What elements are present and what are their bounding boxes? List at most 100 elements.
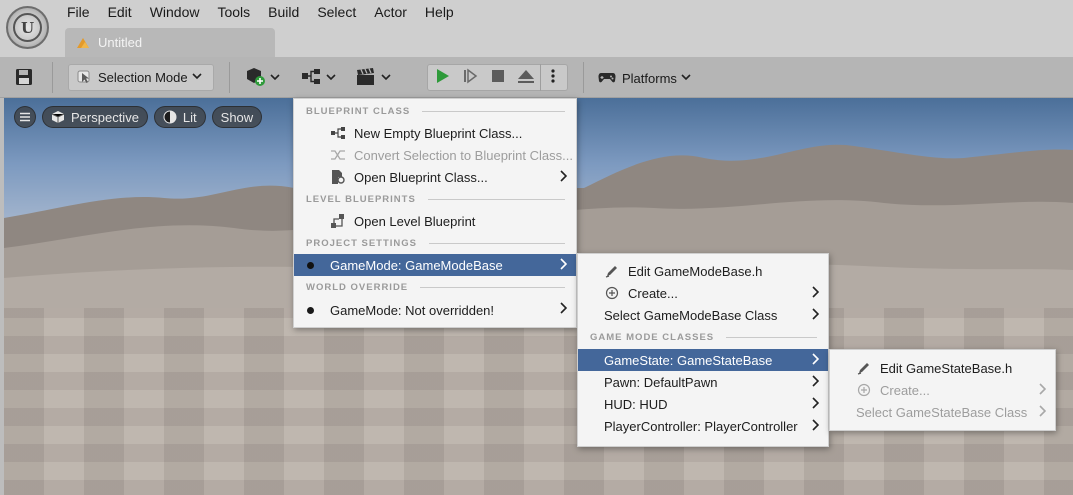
eject-icon <box>517 68 535 87</box>
selection-mode-dropdown[interactable]: Selection Mode <box>68 64 214 91</box>
blueprint-class-icon <box>330 125 346 141</box>
add-circle-icon <box>856 382 872 398</box>
chevron-right-icon <box>1038 383 1047 398</box>
bullet-icon <box>307 302 314 318</box>
menu-build[interactable]: Build <box>259 0 308 24</box>
toolbar-divider <box>229 62 230 93</box>
platforms-label: Platforms <box>622 70 677 86</box>
lit-button[interactable]: Lit <box>153 106 206 128</box>
chevron-right-icon <box>811 419 820 434</box>
gamepad-icon <box>598 69 616 88</box>
lit-sphere-icon <box>163 110 177 124</box>
menu-file[interactable]: File <box>58 0 99 24</box>
eject-button[interactable] <box>512 65 540 90</box>
blueprint-menu: BLUEPRINT CLASS New Empty Blueprint Clas… <box>293 98 577 328</box>
save-icon <box>14 67 34 90</box>
section-level-blueprints: LEVEL BLUEPRINTS <box>294 188 576 210</box>
gamestate-item[interactable]: GameState: GameStateBase <box>578 349 828 371</box>
select-gamemodebase-class-item[interactable]: Select GameModeBase Class <box>578 304 828 326</box>
section-world-override: WORLD OVERRIDE <box>294 276 576 298</box>
playercontroller-item[interactable]: PlayerController: PlayerController <box>578 415 828 437</box>
cinematics-dropdown-button[interactable] <box>355 66 391 90</box>
toolbar-divider <box>583 62 584 93</box>
viewport-options-button[interactable] <box>14 106 36 128</box>
create-gamestate-item[interactable]: Create... <box>830 379 1055 401</box>
blueprint-dropdown-button[interactable] <box>300 66 336 90</box>
open-blueprint-class-item[interactable]: Open Blueprint Class... <box>294 166 576 188</box>
edit-gamestatebase-item[interactable]: Edit GameStateBase.h <box>830 357 1055 379</box>
main-menu-bar: File Edit Window Tools Build Select Acto… <box>58 0 463 24</box>
show-button[interactable]: Show <box>211 106 263 128</box>
chevron-right-icon <box>559 302 568 317</box>
lit-label: Lit <box>182 109 197 125</box>
chevron-right-icon <box>811 353 820 368</box>
chevron-right-icon <box>811 286 820 301</box>
clapperboard-icon <box>355 66 377 91</box>
chevron-right-icon <box>811 308 820 323</box>
menu-actor[interactable]: Actor <box>365 0 416 24</box>
select-gamestatebase-class-item[interactable]: Select GameStateBase Class <box>830 401 1055 423</box>
menu-tools[interactable]: Tools <box>208 0 259 24</box>
level-icon <box>75 35 91 51</box>
edit-gamemodebase-item[interactable]: Edit GameModeBase.h <box>578 260 828 282</box>
create-gamemode-item[interactable]: Create... <box>578 282 828 304</box>
chevron-down-icon <box>270 72 280 85</box>
gamemode-submenu: Edit GameModeBase.h Create... Select Gam… <box>577 253 829 447</box>
chevron-down-icon <box>326 72 336 85</box>
step-forward-icon <box>462 68 478 87</box>
chevron-right-icon <box>559 258 568 273</box>
section-blueprint-class: BLUEPRINT CLASS <box>294 100 576 122</box>
level-tab-title: Untitled <box>98 35 143 50</box>
chevron-right-icon <box>811 397 820 412</box>
section-project-settings: PROJECT SETTINGS <box>294 232 576 254</box>
stop-button[interactable] <box>484 65 512 90</box>
menu-select[interactable]: Select <box>308 0 365 24</box>
section-game-mode-classes: GAME MODE CLASSES <box>578 326 828 349</box>
gamestate-submenu: Edit GameStateBase.h Create... Select Ga… <box>829 349 1056 431</box>
chevron-right-icon <box>811 375 820 390</box>
save-button[interactable] <box>14 67 36 89</box>
add-actor-icon <box>244 66 266 91</box>
pencil-icon <box>856 360 872 376</box>
advance-frame-button[interactable] <box>456 65 484 90</box>
more-vertical-icon <box>550 68 556 87</box>
hamburger-icon <box>19 110 31 125</box>
hud-item[interactable]: HUD: HUD <box>578 393 828 415</box>
pencil-icon <box>604 263 620 279</box>
level-tab[interactable]: Untitled <box>65 28 275 57</box>
pawn-item[interactable]: Pawn: DefaultPawn <box>578 371 828 393</box>
add-circle-icon <box>604 285 620 301</box>
add-actor-button[interactable] <box>244 66 280 90</box>
play-options-button[interactable] <box>541 65 565 90</box>
convert-selection-item[interactable]: Convert Selection to Blueprint Class... <box>294 144 576 166</box>
menu-help[interactable]: Help <box>416 0 463 24</box>
level-blueprint-icon <box>330 213 346 229</box>
unreal-logo-icon[interactable]: U <box>6 6 49 49</box>
viewport-toolbar: Perspective Lit Show <box>14 106 263 128</box>
menu-edit[interactable]: Edit <box>99 0 141 24</box>
perspective-label: Perspective <box>71 109 139 125</box>
convert-icon <box>330 147 346 163</box>
main-toolbar: Selection Mode Platforms <box>0 57 1073 98</box>
project-gamemode-item[interactable]: GameMode: GameModeBase <box>294 254 576 276</box>
bullet-icon <box>307 257 314 273</box>
chevron-right-icon <box>1038 405 1047 420</box>
cube-icon <box>51 110 65 124</box>
stop-icon <box>490 68 506 87</box>
chevron-down-icon <box>681 72 691 85</box>
open-level-blueprint-item[interactable]: Open Level Blueprint <box>294 210 576 232</box>
platforms-dropdown[interactable]: Platforms <box>598 66 691 90</box>
play-icon <box>434 68 450 87</box>
world-gamemode-item[interactable]: GameMode: Not overridden! <box>294 298 576 322</box>
title-bar: U File Edit Window Tools Build Select Ac… <box>0 0 1073 57</box>
chevron-right-icon <box>559 170 568 185</box>
play-controls <box>427 64 568 91</box>
toolbar-divider <box>52 62 53 93</box>
new-empty-blueprint-item[interactable]: New Empty Blueprint Class... <box>294 122 576 144</box>
menu-window[interactable]: Window <box>141 0 209 24</box>
chevron-down-icon <box>192 71 202 84</box>
play-button[interactable] <box>428 65 456 90</box>
open-blueprint-icon <box>330 169 346 185</box>
perspective-button[interactable]: Perspective <box>42 106 148 128</box>
chevron-down-icon <box>381 72 391 85</box>
